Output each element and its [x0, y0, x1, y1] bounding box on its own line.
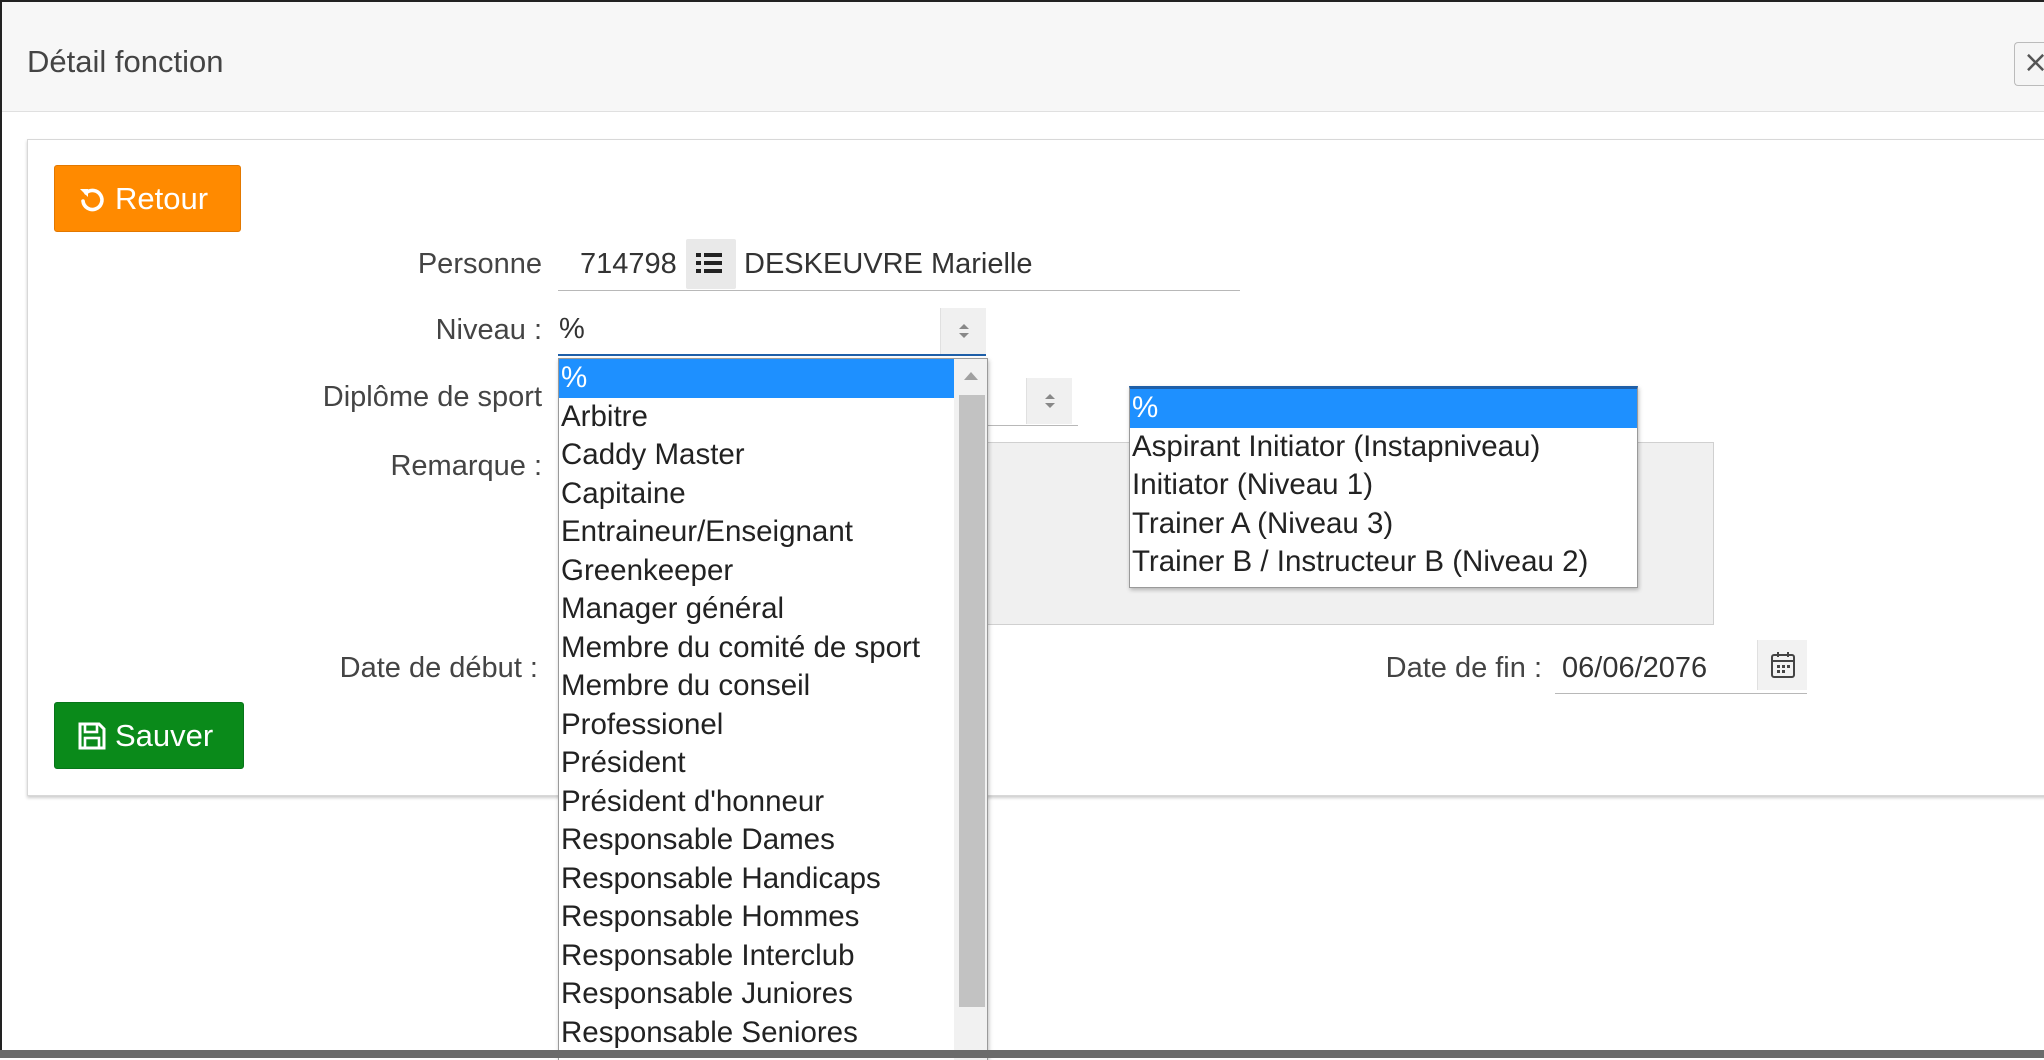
retour-label: Retour	[115, 180, 209, 216]
dropdown-option[interactable]: Membre du comité de sport	[559, 629, 954, 668]
dropdown-option[interactable]: Responsable Hommes	[559, 898, 954, 937]
dropdown-option[interactable]: Trainer B / Instructeur B (Niveau 2)	[1130, 543, 1637, 582]
diplome-label: Diplôme de sport	[322, 381, 542, 413]
dropdown-option[interactable]: Responsable Handicaps	[559, 860, 954, 899]
personne-label: Personne	[417, 248, 542, 280]
personne-name: DESKEUVRE Marielle	[744, 248, 1033, 280]
dropdown-option[interactable]: Trainer A (Niveau 3)	[1130, 505, 1637, 544]
save-icon	[78, 722, 106, 749]
sort-arrows-icon	[1045, 394, 1055, 408]
bottom-strip	[0, 1050, 2044, 1058]
dialog-header: Détail fonction ×	[2, 2, 2044, 112]
dropdown-option[interactable]: Arbitre	[559, 398, 954, 437]
dropdown-option[interactable]: Capitaine	[559, 475, 954, 514]
dropdown-option[interactable]: Responsable Seniores	[559, 1014, 954, 1053]
date-debut-label: Date de début :	[339, 652, 538, 684]
diplome-dropdown-list[interactable]: % Aspirant Initiator (Instapniveau) Initia…	[1129, 386, 1638, 588]
sauver-label: Sauver	[115, 717, 214, 753]
scroll-up-arrow-icon	[964, 372, 978, 380]
dropdown-option[interactable]: Initiator (Niveau 1)	[1130, 466, 1637, 505]
undo-icon	[80, 188, 104, 211]
dropdown-option[interactable]: %	[1130, 389, 1637, 428]
niveau-dropdown-scrollbar[interactable]	[954, 359, 987, 1060]
diplome-sort-arrows[interactable]	[1026, 378, 1072, 424]
niveau-dropdown-list[interactable]: % Arbitre Caddy Master Capitaine Entraineur/…	[558, 358, 988, 1060]
dropdown-option[interactable]: %	[559, 359, 954, 398]
dropdown-option[interactable]: Caddy Master	[559, 436, 954, 475]
dialog-title: Détail fonction	[27, 44, 224, 79]
detail-fonction-dialog: Détail fonction × Retour Personne 714798…	[0, 0, 2044, 1060]
remarque-label: Remarque :	[390, 450, 542, 482]
niveau-selected-value: %	[559, 313, 585, 345]
date-fin-value: 06/06/2076	[1562, 652, 1708, 684]
personne-lookup-button[interactable]	[686, 239, 736, 289]
dropdown-option[interactable]: Aspirant Initiator (Instapniveau)	[1130, 428, 1637, 467]
niveau-sort-arrows[interactable]	[940, 308, 986, 354]
dropdown-option[interactable]: Greenkeeper	[559, 552, 954, 591]
dropdown-option[interactable]: Entraineur/Enseignant	[559, 513, 954, 552]
sort-arrows-icon	[959, 324, 969, 338]
dropdown-option[interactable]: Membre du conseil	[559, 667, 954, 706]
niveau-label: Niveau :	[435, 314, 542, 346]
retour-button[interactable]: Retour	[54, 165, 241, 232]
dropdown-option[interactable]: Manager général	[559, 590, 954, 629]
dropdown-option[interactable]: Professionel	[559, 706, 954, 745]
dropdown-option[interactable]: Président	[559, 744, 954, 783]
sauver-button[interactable]: Sauver	[54, 702, 244, 769]
calendar-icon	[1771, 652, 1795, 678]
date-fin-label: Date de fin :	[1385, 652, 1542, 684]
close-button[interactable]: ×	[2014, 42, 2044, 86]
list-icon	[696, 253, 722, 273]
dropdown-option[interactable]: Responsable Dames	[559, 821, 954, 860]
scroll-thumb[interactable]	[959, 395, 985, 1007]
scroll-up-button[interactable]	[954, 359, 987, 395]
niveau-select[interactable]	[558, 306, 986, 356]
dropdown-option[interactable]: Responsable Interclub	[559, 937, 954, 976]
dropdown-option[interactable]: Président d'honneur	[559, 783, 954, 822]
date-fin-picker-button[interactable]	[1757, 640, 1807, 690]
personne-id: 714798	[580, 248, 677, 280]
dropdown-option[interactable]: Responsable Juniores	[559, 975, 954, 1014]
